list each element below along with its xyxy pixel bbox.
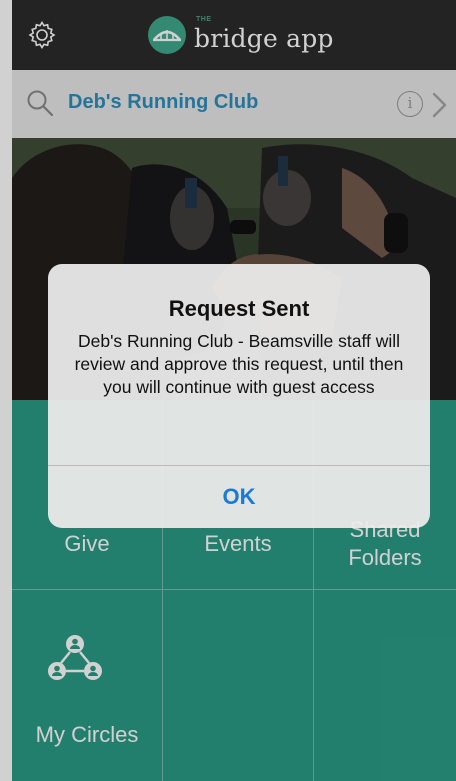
alert-title: Request Sent — [168, 296, 310, 321]
alert-message: Deb's Running Club - Beamsville staff wi… — [74, 331, 404, 397]
ok-button[interactable]: OK — [48, 466, 430, 528]
request-sent-alert: Request Sent Deb's Running Club - Beamsv… — [48, 264, 430, 528]
